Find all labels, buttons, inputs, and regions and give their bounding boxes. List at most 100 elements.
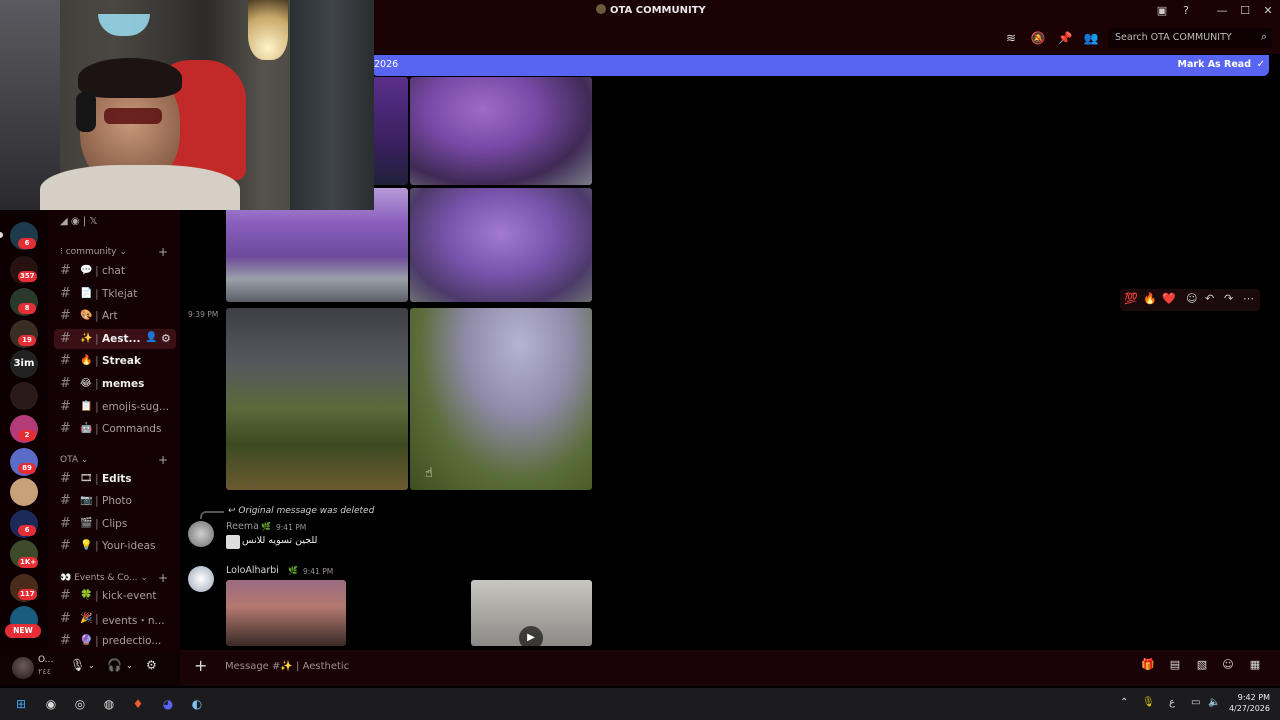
attachment-image[interactable] (372, 77, 408, 185)
reaction-100-icon[interactable]: 💯 (1124, 292, 1138, 305)
gif-icon[interactable]: ▤ (1167, 657, 1183, 673)
gear-icon[interactable]: ⚙ (161, 332, 171, 345)
channel-kick-event[interactable]: # 🍀 | kick-event (54, 586, 176, 606)
server-badge: 117 (18, 589, 37, 600)
chevron-down-icon[interactable]: ⌄ (126, 661, 133, 670)
channel-name: kick-event (102, 590, 157, 602)
hash-icon: # (60, 399, 71, 414)
attachment-image[interactable] (410, 188, 592, 302)
network-icon[interactable]: ▭ (1191, 697, 1200, 708)
app-icon-2[interactable]: ◍ (101, 696, 117, 712)
taskbar: ⊞ ◉ ◎ ◍ ♦ ◕ ◐ ⌃ 🎙 ع ▭ 🔈 9:42 PM 4/27/202… (0, 688, 1280, 720)
attachment-image[interactable] (348, 580, 469, 646)
headphones-icon[interactable]: 🎧 (107, 658, 122, 672)
chevron-up-icon[interactable]: ⌃ (1120, 697, 1128, 708)
screen-share-icon[interactable]: ▣ (1154, 3, 1170, 19)
members-icon[interactable]: 👥 (1083, 30, 1099, 46)
category-events[interactable]: 👀 Events & Co... ⌄ + (60, 571, 168, 585)
reaction-heart-icon[interactable]: ❤️ (1162, 292, 1176, 305)
add-reaction-icon[interactable]: ☺ (1186, 292, 1197, 305)
brave-browser-icon[interactable]: ♦ (130, 696, 146, 712)
volume-icon[interactable]: 🔈 (1208, 697, 1220, 708)
message-input[interactable]: Message #✨ | Aesthetic (225, 661, 349, 672)
channel-separator: | (95, 494, 99, 507)
server-icon-7[interactable] (10, 478, 38, 506)
channel-emoji: 🎨 (80, 310, 93, 321)
channel-streak[interactable]: # 🔥 | Streak (54, 351, 176, 371)
attachment-image[interactable] (226, 580, 346, 646)
deleted-reply-label: ↩ Original message was deleted (228, 506, 375, 516)
channel-events[interactable]: # 🎉 | events・n... (54, 609, 176, 629)
help-icon[interactable]: ? (1178, 3, 1194, 19)
channel-art[interactable]: # 🎨 | Art (54, 306, 176, 326)
threads-icon[interactable]: ≋ (1003, 30, 1019, 46)
language-indicator[interactable]: ع (1169, 697, 1175, 708)
category-community[interactable]: ⁝ community ⌄ + (60, 245, 168, 259)
new-badge[interactable]: NEW (5, 624, 41, 638)
invite-icon[interactable]: 👤 (145, 332, 157, 343)
app-icon[interactable]: ◎ (72, 696, 88, 712)
attachment-image[interactable] (226, 308, 408, 490)
add-channel-icon[interactable]: + (158, 245, 168, 259)
search-input[interactable]: Search OTA COMMUNITY ⌕ (1108, 28, 1272, 48)
chevron-down-icon[interactable]: ⌄ (88, 661, 95, 670)
channel-predection[interactable]: # 🔮 | predectio... (54, 631, 176, 650)
attachment-video[interactable]: ▶ (471, 580, 592, 646)
channel-tklejat[interactable]: # 📄 | Tklejat (54, 284, 176, 304)
channel-clips[interactable]: # 🎬 | Clips (54, 514, 176, 534)
channel-emoji: ✨ (80, 333, 93, 344)
windows-start-icon[interactable]: ⊞ (13, 696, 29, 712)
channel-photo[interactable]: # 📷 | Photo (54, 491, 176, 511)
channel-edits[interactable]: # 🎞 | Edits (54, 469, 176, 489)
attachment-image[interactable] (410, 308, 592, 490)
pin-icon[interactable]: 📌 (1057, 30, 1073, 46)
close-button[interactable]: ✕ (1260, 3, 1276, 19)
message-author[interactable]: LoloAlharbi (226, 565, 279, 576)
microphone-icon[interactable]: 🎙 (70, 658, 85, 672)
avatar[interactable] (188, 566, 214, 592)
cam-curtain (290, 0, 374, 210)
reply-icon[interactable]: ↶ (1205, 292, 1214, 305)
microphone-tray-icon[interactable]: 🎙 (1142, 697, 1155, 708)
taskbar-clock[interactable]: 9:42 PM 4/27/2026 (1228, 692, 1270, 714)
sticker-icon[interactable]: ▧ (1194, 657, 1210, 673)
more-icon[interactable]: ⋯ (1243, 292, 1254, 305)
add-channel-icon[interactable]: + (158, 453, 168, 467)
add-channel-icon[interactable]: + (158, 571, 168, 585)
minimize-button[interactable]: — (1214, 3, 1230, 19)
channel-emojis-sug[interactable]: # 📋 | emojis-sug... (54, 397, 176, 417)
forward-icon[interactable]: ↷ (1224, 292, 1233, 305)
cam-headphones (76, 92, 96, 132)
attachment-image[interactable] (410, 77, 592, 185)
steam-icon[interactable]: ◐ (189, 696, 205, 712)
new-messages-banner[interactable]: 2026 Mark As Read ✓ (372, 55, 1269, 76)
message-author[interactable]: Reema (226, 521, 259, 532)
channel-top-row[interactable]: ◢ ◉ | 𝕏 (60, 216, 97, 227)
channel-emoji: 😂 (80, 378, 92, 389)
mark-as-read-button[interactable]: Mark As Read (1178, 59, 1251, 70)
channel-memes[interactable]: # 😂 | memes (54, 374, 176, 394)
avatar[interactable] (12, 657, 34, 679)
user-panel: O... ٢٤٤ 🎙 ⌄ 🎧 ⌄ ⚙ (0, 650, 180, 686)
channel-aesthetic[interactable]: # ✨ | Aest... 👤 ⚙ (54, 329, 176, 349)
channel-chat[interactable]: # 💬 | chat (54, 261, 176, 281)
gift-icon[interactable]: 🎁 (1140, 657, 1156, 673)
cam-sunglasses (104, 108, 162, 124)
channel-emoji: 🎞 (80, 473, 93, 484)
category-ota[interactable]: OTA ⌄ + (60, 453, 168, 467)
mute-icon[interactable]: 🔕 (1030, 30, 1046, 46)
maximize-button[interactable]: ☐ (1237, 3, 1253, 19)
obs-icon[interactable]: ◉ (43, 696, 59, 712)
channel-commands[interactable]: # 🤖 | Commands (54, 419, 176, 439)
apps-icon[interactable]: ▦ (1247, 657, 1263, 673)
settings-gear-icon[interactable]: ⚙ (146, 658, 157, 672)
channel-your-ideas[interactable]: # 💡 | Your-ideas (54, 536, 176, 556)
play-icon[interactable]: ▶ (519, 626, 543, 646)
discord-icon[interactable]: ◕ (160, 696, 176, 712)
add-attachment-icon[interactable]: + (194, 656, 207, 675)
server-icon-5[interactable] (10, 382, 38, 410)
server-icon-3im[interactable]: 3im (10, 350, 38, 378)
avatar[interactable] (188, 521, 214, 547)
emoji-icon[interactable]: ☺ (1220, 657, 1236, 673)
reaction-fire-icon[interactable]: 🔥 (1143, 292, 1157, 305)
